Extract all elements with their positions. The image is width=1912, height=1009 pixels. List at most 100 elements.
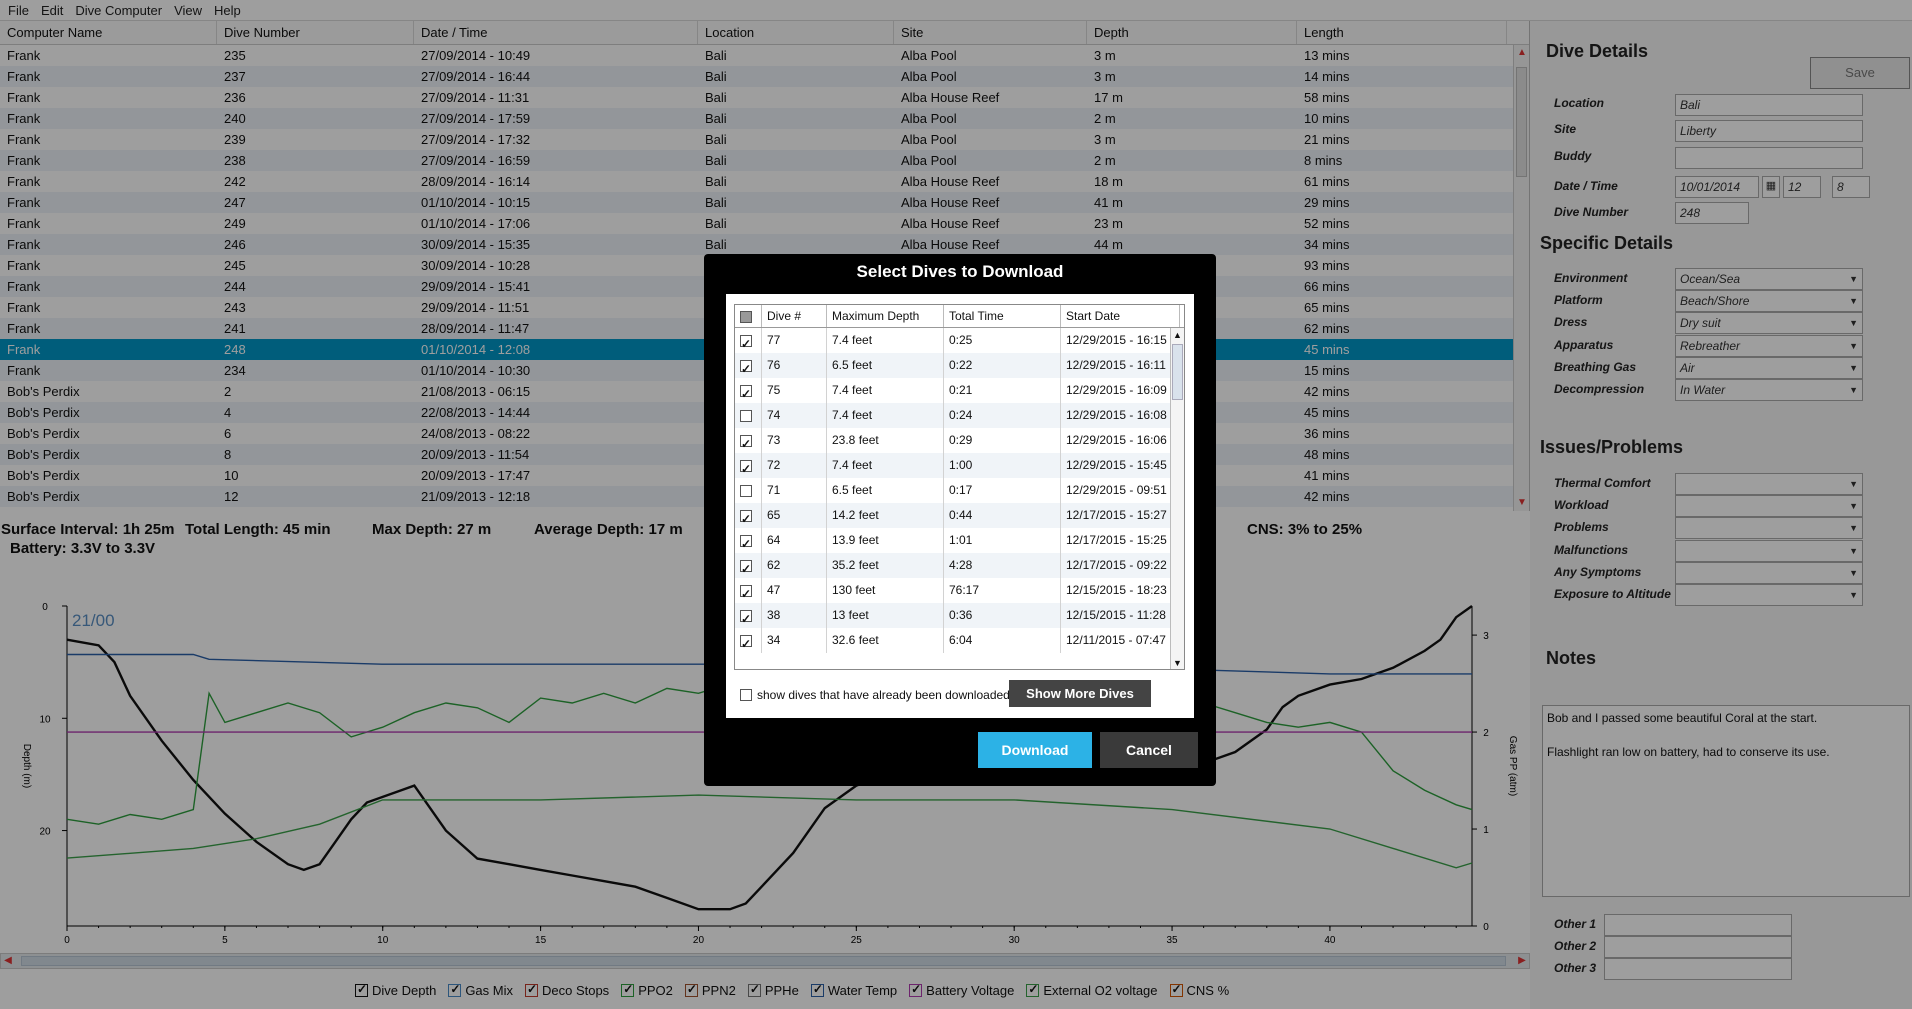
dive-select-row[interactable]: 6235.2 feet4:2812/17/2015 - 09:22 <box>735 553 1184 582</box>
scroll-down-icon[interactable]: ▼ <box>1171 656 1184 669</box>
cell-total-time: 6:04 <box>944 628 1061 653</box>
cell-total-time: 0:44 <box>944 503 1061 528</box>
row-checkbox[interactable] <box>740 484 752 497</box>
dive-select-row[interactable]: 6413.9 feet1:0112/17/2015 - 15:25 <box>735 528 1184 557</box>
dive-select-row[interactable]: 3813 feet0:3612/15/2015 - 11:28 <box>735 603 1184 632</box>
cell-dive-num: 74 <box>762 403 827 428</box>
dive-select-row[interactable]: 71 6.5 feet 0:17 12/29/2015 - 09:51 <box>735 478 1184 503</box>
cell-dive-num: 72 <box>762 453 827 478</box>
cell-total-time: 76:17 <box>944 578 1061 603</box>
row-checkbox-cell[interactable] <box>735 528 762 557</box>
row-checkbox[interactable] <box>740 507 752 532</box>
cell-dive-num: 64 <box>762 528 827 553</box>
cell-total-time: 0:36 <box>944 603 1061 628</box>
cell-max-depth: 6.5 feet <box>827 478 944 503</box>
show-more-dives-button[interactable]: Show More Dives <box>1009 680 1151 707</box>
show-downloaded-checkbox[interactable] <box>740 689 752 701</box>
cell-max-depth: 130 feet <box>827 578 944 603</box>
cell-start-date: 12/29/2015 - 16:15 <box>1061 328 1180 353</box>
select-all-checkbox[interactable] <box>735 305 762 327</box>
cell-dive-num: 38 <box>762 603 827 628</box>
cell-start-date: 12/29/2015 - 15:45 <box>1061 453 1180 478</box>
cell-start-date: 12/17/2015 - 15:25 <box>1061 528 1180 553</box>
cell-start-date: 12/29/2015 - 16:09 <box>1061 378 1180 403</box>
cell-max-depth: 7.4 feet <box>827 378 944 403</box>
cell-total-time: 0:29 <box>944 428 1061 453</box>
dive-select-row[interactable]: 6514.2 feet0:4412/17/2015 - 15:27 <box>735 503 1184 532</box>
cell-total-time: 0:17 <box>944 478 1061 503</box>
show-downloaded-option[interactable]: show dives that have already been downlo… <box>740 688 1010 702</box>
scroll-up-icon[interactable]: ▲ <box>1171 328 1184 342</box>
dive-select-row[interactable]: 766.5 feet0:2212/29/2015 - 16:11 <box>735 353 1184 382</box>
dive-select-row[interactable]: 3432.6 feet6:0412/11/2015 - 07:47 <box>735 628 1184 657</box>
row-checkbox-cell[interactable] <box>735 428 762 457</box>
row-checkbox[interactable] <box>740 607 752 632</box>
row-checkbox[interactable] <box>740 557 752 582</box>
cell-total-time: 0:21 <box>944 378 1061 403</box>
cell-total-time: 4:28 <box>944 553 1061 578</box>
cell-start-date: 12/17/2015 - 09:22 <box>1061 553 1180 578</box>
row-checkbox[interactable] <box>740 582 752 607</box>
row-checkbox[interactable] <box>740 532 752 557</box>
col-total-time[interactable]: Total Time <box>944 305 1061 327</box>
cancel-button[interactable]: Cancel <box>1100 732 1198 768</box>
dive-select-row[interactable]: 7323.8 feet0:2912/29/2015 - 16:06 <box>735 428 1184 457</box>
show-downloaded-label: show dives that have already been downlo… <box>757 688 1010 702</box>
cell-dive-num: 71 <box>762 478 827 503</box>
cell-max-depth: 7.4 feet <box>827 403 944 428</box>
scroll-thumb[interactable] <box>1172 344 1183 400</box>
row-checkbox-cell[interactable] <box>735 603 762 632</box>
row-checkbox[interactable] <box>740 409 752 422</box>
dive-select-row[interactable]: 757.4 feet0:2112/29/2015 - 16:09 <box>735 378 1184 407</box>
cell-dive-num: 77 <box>762 328 827 353</box>
row-checkbox-cell[interactable] <box>735 578 762 607</box>
row-checkbox-cell[interactable] <box>735 453 762 482</box>
col-max-depth[interactable]: Maximum Depth <box>827 305 944 327</box>
cell-start-date: 12/15/2015 - 11:28 <box>1061 603 1180 628</box>
cell-max-depth: 7.4 feet <box>827 453 944 478</box>
cell-start-date: 12/17/2015 - 15:27 <box>1061 503 1180 528</box>
row-checkbox-cell[interactable] <box>735 378 762 407</box>
cell-dive-num: 47 <box>762 578 827 603</box>
cell-max-depth: 13.9 feet <box>827 528 944 553</box>
cell-max-depth: 35.2 feet <box>827 553 944 578</box>
cell-start-date: 12/29/2015 - 16:08 <box>1061 403 1180 428</box>
cell-start-date: 12/29/2015 - 16:11 <box>1061 353 1180 378</box>
col-dive-num[interactable]: Dive # <box>762 305 827 327</box>
cell-dive-num: 65 <box>762 503 827 528</box>
dive-select-row[interactable]: 47130 feet76:1712/15/2015 - 18:23 <box>735 578 1184 607</box>
dive-select-row[interactable]: 727.4 feet1:0012/29/2015 - 15:45 <box>735 453 1184 482</box>
dive-select-table: Dive # Maximum Depth Total Time Start Da… <box>734 304 1185 670</box>
cell-total-time: 1:00 <box>944 453 1061 478</box>
cell-total-time: 1:01 <box>944 528 1061 553</box>
cell-dive-num: 34 <box>762 628 827 653</box>
cell-total-time: 0:25 <box>944 328 1061 353</box>
dive-select-row[interactable]: 777.4 feet0:2512/29/2015 - 16:15 <box>735 328 1184 357</box>
cell-start-date: 12/15/2015 - 18:23 <box>1061 578 1180 603</box>
row-checkbox-cell[interactable] <box>735 328 762 357</box>
cell-dive-num: 62 <box>762 553 827 578</box>
row-checkbox[interactable] <box>740 332 752 357</box>
row-checkbox-cell[interactable] <box>735 503 762 532</box>
select-dives-dialog: Select Dives to Download Dive # Maximum … <box>704 254 1216 786</box>
cell-dive-num: 73 <box>762 428 827 453</box>
row-checkbox-cell[interactable] <box>735 353 762 382</box>
cell-max-depth: 13 feet <box>827 603 944 628</box>
row-checkbox[interactable] <box>740 357 752 382</box>
cell-max-depth: 6.5 feet <box>827 353 944 378</box>
cell-max-depth: 14.2 feet <box>827 503 944 528</box>
dialog-content: Dive # Maximum Depth Total Time Start Da… <box>726 294 1194 718</box>
col-start-date[interactable]: Start Date <box>1061 305 1180 327</box>
row-checkbox-cell[interactable] <box>735 628 762 657</box>
dive-select-row[interactable]: 74 7.4 feet 0:24 12/29/2015 - 16:08 <box>735 403 1184 428</box>
row-checkbox[interactable] <box>740 432 752 457</box>
row-checkbox-cell[interactable] <box>735 553 762 582</box>
row-checkbox[interactable] <box>740 632 752 657</box>
dive-select-scrollbar[interactable]: ▲ ▼ <box>1170 328 1184 669</box>
cell-max-depth: 23.8 feet <box>827 428 944 453</box>
cell-total-time: 0:22 <box>944 353 1061 378</box>
download-button[interactable]: Download <box>978 732 1092 768</box>
cell-dive-num: 75 <box>762 378 827 403</box>
row-checkbox[interactable] <box>740 382 752 407</box>
row-checkbox[interactable] <box>740 457 752 482</box>
